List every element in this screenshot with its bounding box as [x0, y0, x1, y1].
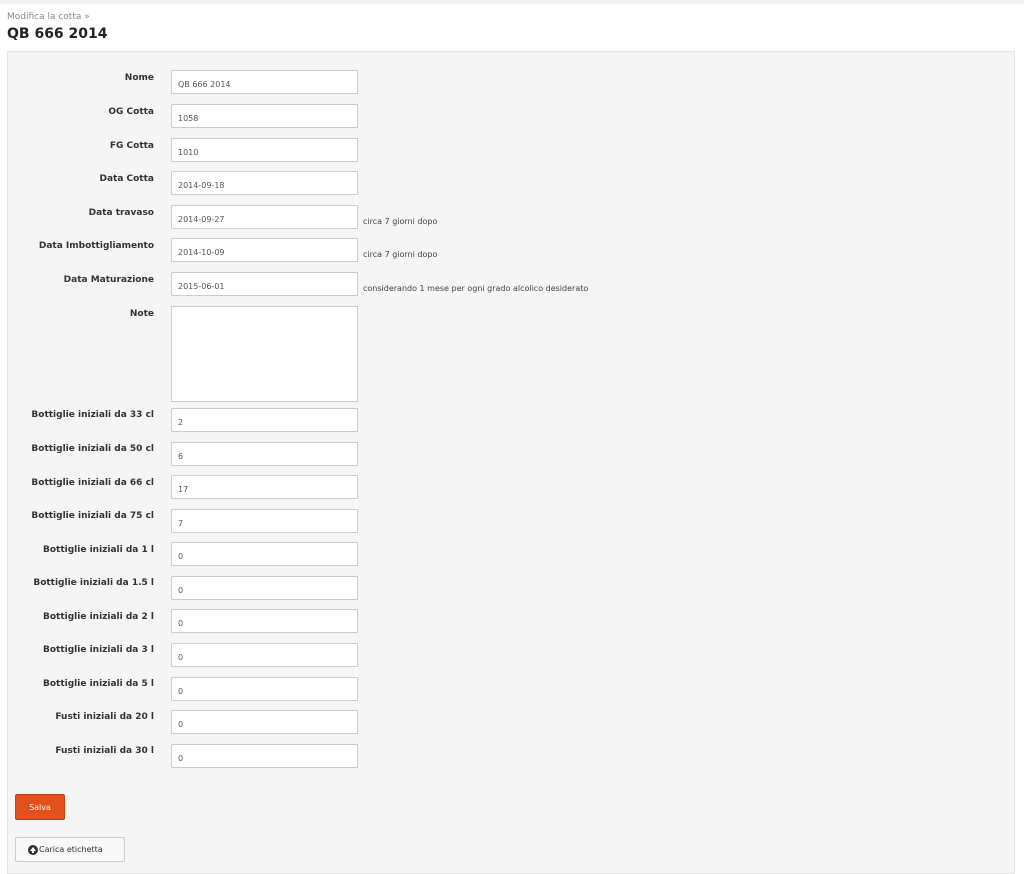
bottiglie-3l-input[interactable]: 0 [171, 643, 358, 667]
field-label-bottiglie-75cl: Bottiglie iniziali da 75 cl [31, 511, 154, 521]
bottiglie-75cl-input[interactable]: 7 [171, 509, 358, 533]
field-label-nome: Nome [124, 73, 154, 83]
field-label-bottiglie-5l: Bottiglie iniziali da 5 l [43, 679, 154, 689]
field-label-data-maturazione: Data Maturazione [63, 275, 154, 285]
field-label-bottiglie-33cl: Bottiglie iniziali da 33 cl [31, 410, 154, 420]
field-label-note: Note [129, 309, 154, 319]
field-label-bottiglie-1-5l: Bottiglie iniziali da 1.5 l [33, 578, 154, 588]
bottiglie-1l-input[interactable]: 0 [171, 542, 358, 566]
field-label-bottiglie-50cl: Bottiglie iniziali da 50 cl [31, 444, 154, 454]
nome-input[interactable]: QB 666 2014 [171, 70, 358, 94]
fusti-20l-input[interactable]: 0 [171, 710, 358, 734]
field-label-bottiglie-66cl: Bottiglie iniziali da 66 cl [31, 478, 154, 488]
top-bar [0, 0, 1024, 4]
field-label-data-cotta: Data Cotta [99, 174, 154, 184]
note-textarea[interactable] [171, 306, 358, 402]
field-label-bottiglie-1l: Bottiglie iniziali da 1 l [43, 545, 154, 555]
bottiglie-33cl-input[interactable]: 2 [171, 408, 358, 432]
field-label-fusti-20l: Fusti iniziali da 20 l [55, 712, 154, 722]
page-title: QB 666 2014 [7, 26, 108, 42]
edit-batch-form: Nome QB 666 2014 OG Cotta 1058 FG Cotta … [7, 51, 1015, 874]
bottiglie-50cl-input[interactable]: 6 [171, 442, 358, 466]
field-label-og: OG Cotta [108, 107, 154, 117]
field-label-bottiglie-3l: Bottiglie iniziali da 3 l [43, 645, 154, 655]
data-travaso-input[interactable]: 2014-09-27 [171, 205, 358, 229]
data-maturazione-hint: considerando 1 mese per ogni grado alcol… [363, 284, 589, 293]
field-label-data-imbottigliamento: Data Imbottigliamento [38, 241, 154, 251]
bottiglie-5l-input[interactable]: 0 [171, 677, 358, 701]
og-cotta-input[interactable]: 1058 [171, 104, 358, 128]
breadcrumb[interactable]: Modifica la cotta » [7, 12, 90, 22]
fusti-30l-input[interactable]: 0 [171, 744, 358, 768]
data-maturazione-input[interactable]: 2015-06-01 [171, 272, 358, 296]
data-imbottigliamento-input[interactable]: 2014-10-09 [171, 238, 358, 262]
field-label-fg: FG Cotta [109, 141, 154, 151]
data-travaso-hint: circa 7 giorni dopo [363, 217, 438, 226]
data-cotta-input[interactable]: 2014-09-18 [171, 171, 358, 195]
field-label-fusti-30l: Fusti iniziali da 30 l [55, 746, 154, 756]
data-imbottigliamento-hint: circa 7 giorni dopo [363, 250, 438, 259]
circle-arrow-up-icon [28, 844, 38, 855]
bottiglie-2l-input[interactable]: 0 [171, 609, 358, 633]
upload-label-button[interactable]: Carica etichetta [15, 837, 125, 862]
upload-label-text: Carica etichetta [39, 845, 103, 854]
fg-cotta-input[interactable]: 1010 [171, 138, 358, 162]
bottiglie-1-5l-input[interactable]: 0 [171, 576, 358, 600]
bottiglie-66cl-input[interactable]: 17 [171, 475, 358, 499]
field-label-bottiglie-2l: Bottiglie iniziali da 2 l [43, 612, 154, 622]
save-button[interactable]: Salva [15, 794, 65, 820]
field-label-data-travaso: Data travaso [88, 208, 154, 218]
